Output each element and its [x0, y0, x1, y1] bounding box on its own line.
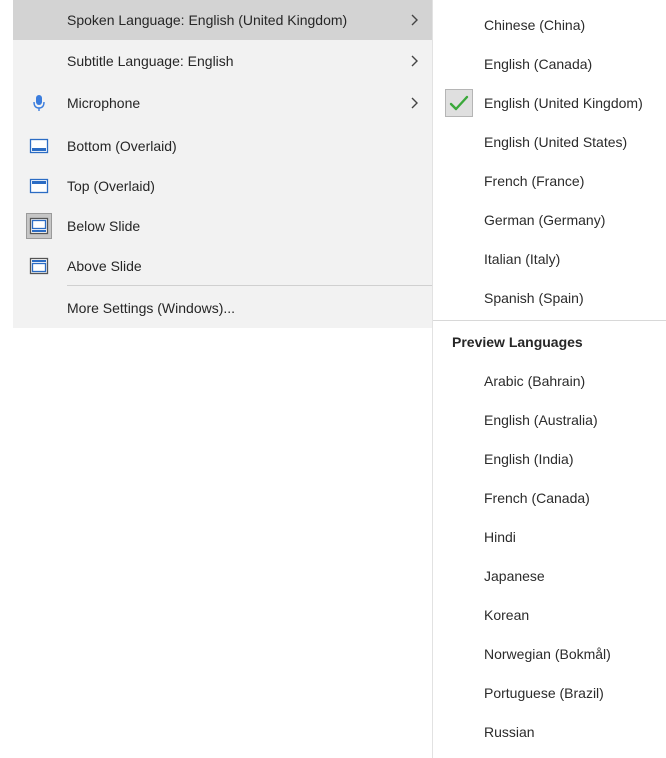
subtitle-below-slide-icon [29, 217, 49, 235]
preview-language-item[interactable]: French (Canada) [433, 478, 666, 517]
language-label: French (France) [484, 173, 585, 189]
menu-item-below-slide[interactable]: Below Slide [13, 206, 432, 246]
language-item[interactable]: German (Germany) [433, 200, 666, 239]
language-label: Italian (Italy) [484, 251, 561, 267]
preview-language-item[interactable]: English (Australia) [433, 400, 666, 439]
preview-language-item[interactable]: Korean [433, 595, 666, 634]
preview-language-item[interactable]: Japanese [433, 556, 666, 595]
language-item[interactable]: Spanish (Spain) [433, 278, 666, 317]
subtitle-settings-menu: Spoken Language: English (United Kingdom… [13, 0, 432, 328]
menu-item-label: Above Slide [67, 258, 142, 274]
language-label: German (Germany) [484, 212, 606, 228]
subtitle-top-overlaid-icon [29, 178, 49, 194]
language-label: Norwegian (Bokmål) [484, 646, 611, 662]
menu-item-label: Top (Overlaid) [67, 178, 155, 194]
menu-item-spoken-language[interactable]: Spoken Language: English (United Kingdom… [13, 0, 432, 40]
language-label: English (Canada) [484, 56, 593, 72]
menu-item-top-overlaid[interactable]: Top (Overlaid) [13, 166, 432, 206]
spoken-language-submenu: Chinese (China) English (Canada) English… [432, 0, 666, 758]
language-label: Russian [484, 724, 535, 740]
language-item[interactable]: French (France) [433, 161, 666, 200]
menu-item-microphone[interactable]: Microphone [13, 83, 432, 123]
preview-language-item[interactable]: Russian [433, 712, 666, 751]
preview-language-item[interactable]: Norwegian (Bokmål) [433, 634, 666, 673]
submenu-separator [433, 320, 666, 321]
menu-item-label: Spoken Language: English (United Kingdom… [67, 12, 348, 28]
language-label: Arabic (Bahrain) [484, 373, 586, 389]
language-item[interactable]: English (United States) [433, 122, 666, 161]
selected-indicator [26, 213, 52, 239]
chevron-right-icon [411, 97, 418, 109]
language-label: Portuguese (Brazil) [484, 685, 604, 701]
language-label: Japanese [484, 568, 545, 584]
checkmark-box [445, 89, 473, 117]
language-label: English (United States) [484, 134, 628, 150]
chevron-right-icon [411, 14, 418, 26]
chevron-right-icon [411, 55, 418, 67]
language-item-selected[interactable]: English (United Kingdom) [433, 83, 666, 122]
subtitle-above-slide-icon [29, 257, 49, 275]
menu-item-label: Below Slide [67, 218, 141, 234]
menu-item-above-slide[interactable]: Above Slide [13, 246, 432, 286]
language-label: English (India) [484, 451, 574, 467]
menu-item-subtitle-language[interactable]: Subtitle Language: English [13, 41, 432, 81]
language-item[interactable]: English (Canada) [433, 44, 666, 83]
menu-item-label: Bottom (Overlaid) [67, 138, 177, 154]
preview-languages-header: Preview Languages [452, 334, 583, 350]
language-label: French (Canada) [484, 490, 590, 506]
language-item[interactable]: Chinese (China) [433, 5, 666, 44]
menu-item-more-settings[interactable]: More Settings (Windows)... [13, 288, 432, 328]
language-label: Chinese (China) [484, 17, 586, 33]
language-label: Korean [484, 607, 530, 623]
subtitle-bottom-overlaid-icon [29, 138, 49, 154]
menu-item-label: Subtitle Language: English [67, 53, 234, 69]
preview-language-item[interactable]: Hindi [433, 517, 666, 556]
language-item[interactable]: Italian (Italy) [433, 239, 666, 278]
menu-separator [67, 285, 432, 286]
menu-item-label: More Settings (Windows)... [67, 300, 236, 316]
menu-item-bottom-overlaid[interactable]: Bottom (Overlaid) [13, 126, 432, 166]
menu-item-label: Microphone [67, 95, 141, 111]
microphone-icon [33, 95, 45, 111]
language-label: English (Australia) [484, 412, 598, 428]
preview-language-item[interactable]: Arabic (Bahrain) [433, 361, 666, 400]
preview-language-item[interactable]: Portuguese (Brazil) [433, 673, 666, 712]
checkmark-icon [449, 95, 469, 111]
preview-language-item[interactable]: English (India) [433, 439, 666, 478]
language-label: Spanish (Spain) [484, 290, 584, 306]
language-label: Hindi [484, 529, 516, 545]
language-label: English (United Kingdom) [484, 95, 643, 111]
